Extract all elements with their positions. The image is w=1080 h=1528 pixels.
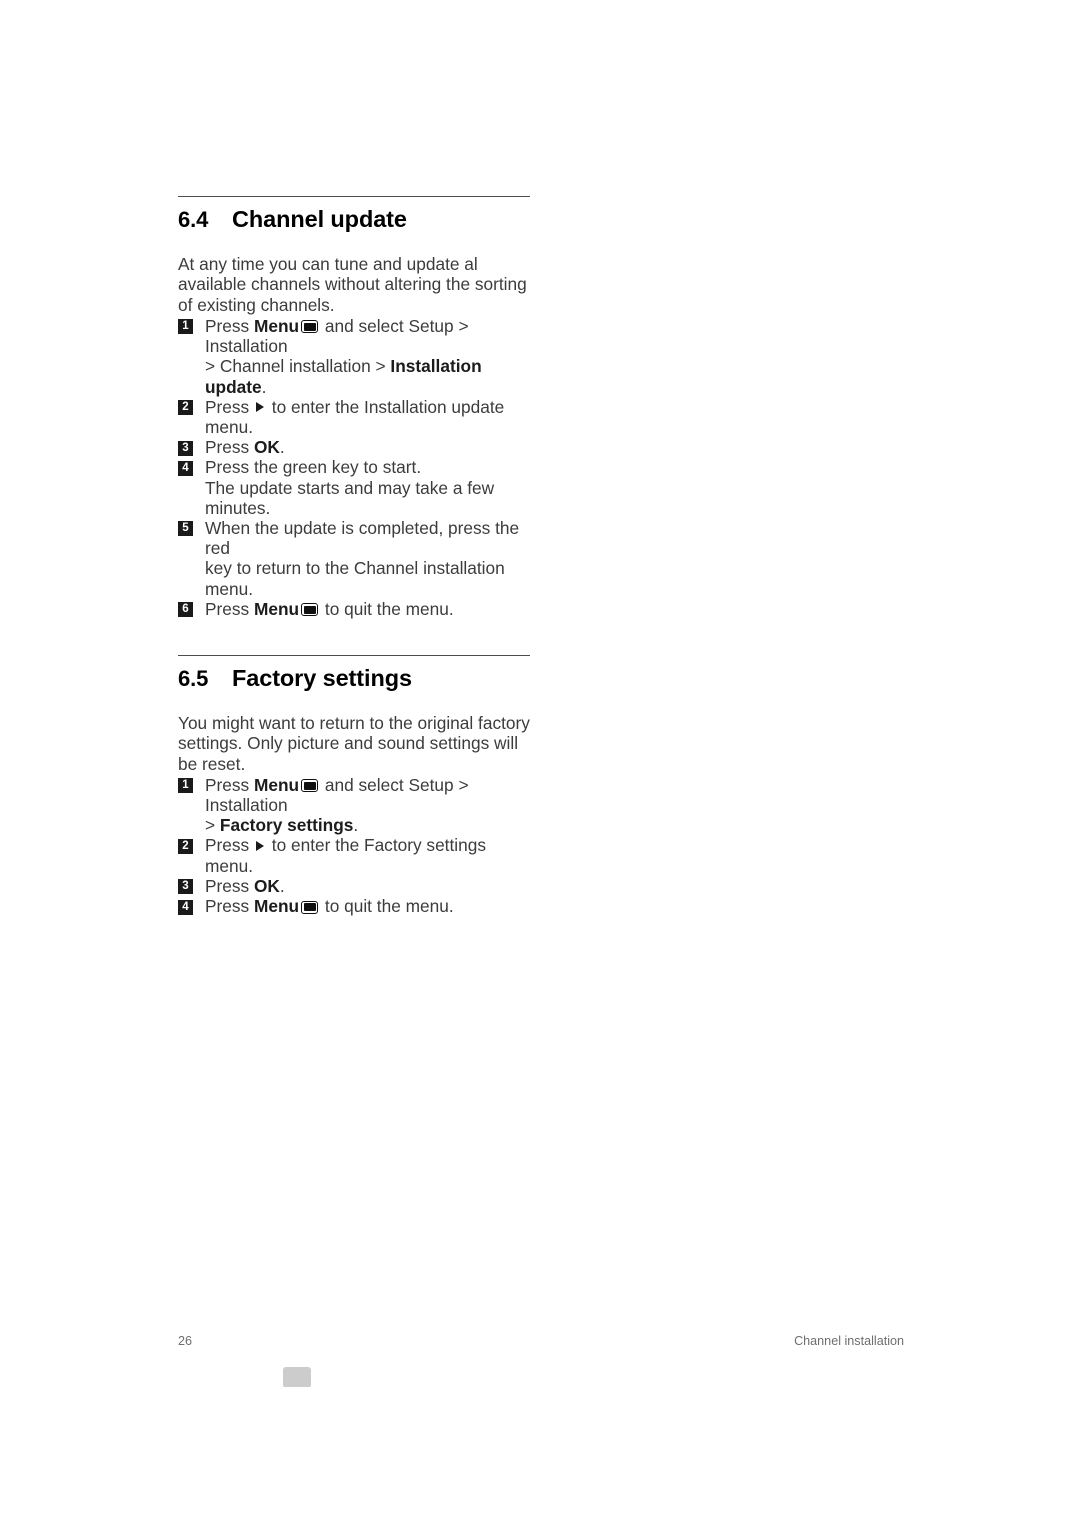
menu-screen-icon [301,779,319,793]
step-text: Press the green key to start. [205,457,422,478]
section-intro-paragraph: You might want to return to the original… [178,712,530,774]
step-text: Press Menu to quit the menu. [205,896,454,917]
emphasis-text: Factory settings [219,815,354,836]
step-number-badge: 6 [178,602,193,618]
footer-section-name: Channel installation [794,1334,904,1348]
step-text: Press to enter the Installation update m… [205,396,505,437]
step-item: 4 Press the green key to start. [178,457,530,477]
step-number-badge: 4 [178,460,193,476]
emphasis-text: OK [253,875,280,896]
step-number-badge: 2 [178,838,193,854]
section-number: 6.4 [178,207,209,232]
step-item: 4 Press Menu to quit the menu. [178,896,530,916]
emphasis-text: Menu [253,896,300,917]
section-title: Channel update [232,206,407,232]
step-item: 3 Press OK. [178,876,530,896]
step-text: When the update is completed, press the … [205,517,520,559]
step-list: 1 Press Menu and select Setup > Installat… [178,775,530,916]
sections-container: 6.4 Channel update At any time you can tun… [178,196,530,916]
step-number-badge: 3 [178,440,193,456]
step-item: 2 Press to enter the Factory settings men… [178,835,530,876]
page-content: 6.4 Channel update At any time you can tun… [178,196,530,916]
right-arrow-icon [255,402,264,413]
right-arrow-icon [255,840,264,851]
step-text: Press Menu and select Setup > Installati… [205,315,469,357]
step-text: Press OK. [205,437,285,458]
step-text: Press to enter the Factory settings menu… [205,835,486,876]
manual-section: 6.4 Channel update At any time you can tun… [178,196,530,655]
step-number-badge: 3 [178,879,193,895]
step-number-badge: 2 [178,400,193,416]
section-title: Factory settings [232,664,412,691]
step-number-badge: 1 [178,778,193,794]
step-continuation-text: The update starts and may take a few min… [205,477,495,518]
menu-screen-icon [301,603,319,617]
emphasis-text: OK [253,437,280,458]
menu-screen-icon [301,900,319,914]
step-item: 1 Press Menu and select Setup > Installat… [178,775,530,815]
manual-section: 6.5 Factory settings You might want to ret… [178,654,530,916]
step-text: Press OK. [205,875,285,896]
emphasis-text: Menu [253,598,300,619]
emphasis-text: Menu [253,774,300,795]
step-continuation-text: > Factory settings. [205,815,359,836]
section-intro-paragraph: At any time you can tune and update al a… [178,254,527,315]
step-item: 6 Press Menu to quit the menu. [178,599,530,619]
document-page: 6.4 Channel update At any time you can tun… [0,0,1080,1528]
step-text: Press Menu and select Setup > Installati… [205,774,469,816]
emphasis-text: Menu [253,315,300,336]
step-item: 3 Press OK. [178,437,530,457]
emphasis-text: Installation update [205,356,482,397]
menu-screen-icon [301,320,319,334]
step-number-badge: 4 [178,899,193,915]
section-number: 6.5 [178,665,209,691]
step-item: 1 Press Menu and select Setup > Installat… [178,316,530,356]
step-number-badge: 5 [178,521,193,537]
section-heading: 6.4 Channel update [178,197,530,235]
step-number-badge: 1 [178,319,193,335]
step-list: 1 Press Menu and select Setup > Installat… [178,316,530,619]
thumb-index-tab [283,1367,311,1387]
step-item: 2 Press to enter the Installation update … [178,397,530,437]
section-heading: 6.5 Factory settings [178,656,530,694]
step-continuation-text: > Channel installation > Installation up… [205,356,482,397]
step-continuation-text: key to return to the Channel installatio… [205,558,505,599]
step-text: Press Menu to quit the menu. [205,598,454,619]
footer-page-number: 26 [178,1334,193,1348]
step-item: 5 When the update is completed, press the… [178,518,530,558]
